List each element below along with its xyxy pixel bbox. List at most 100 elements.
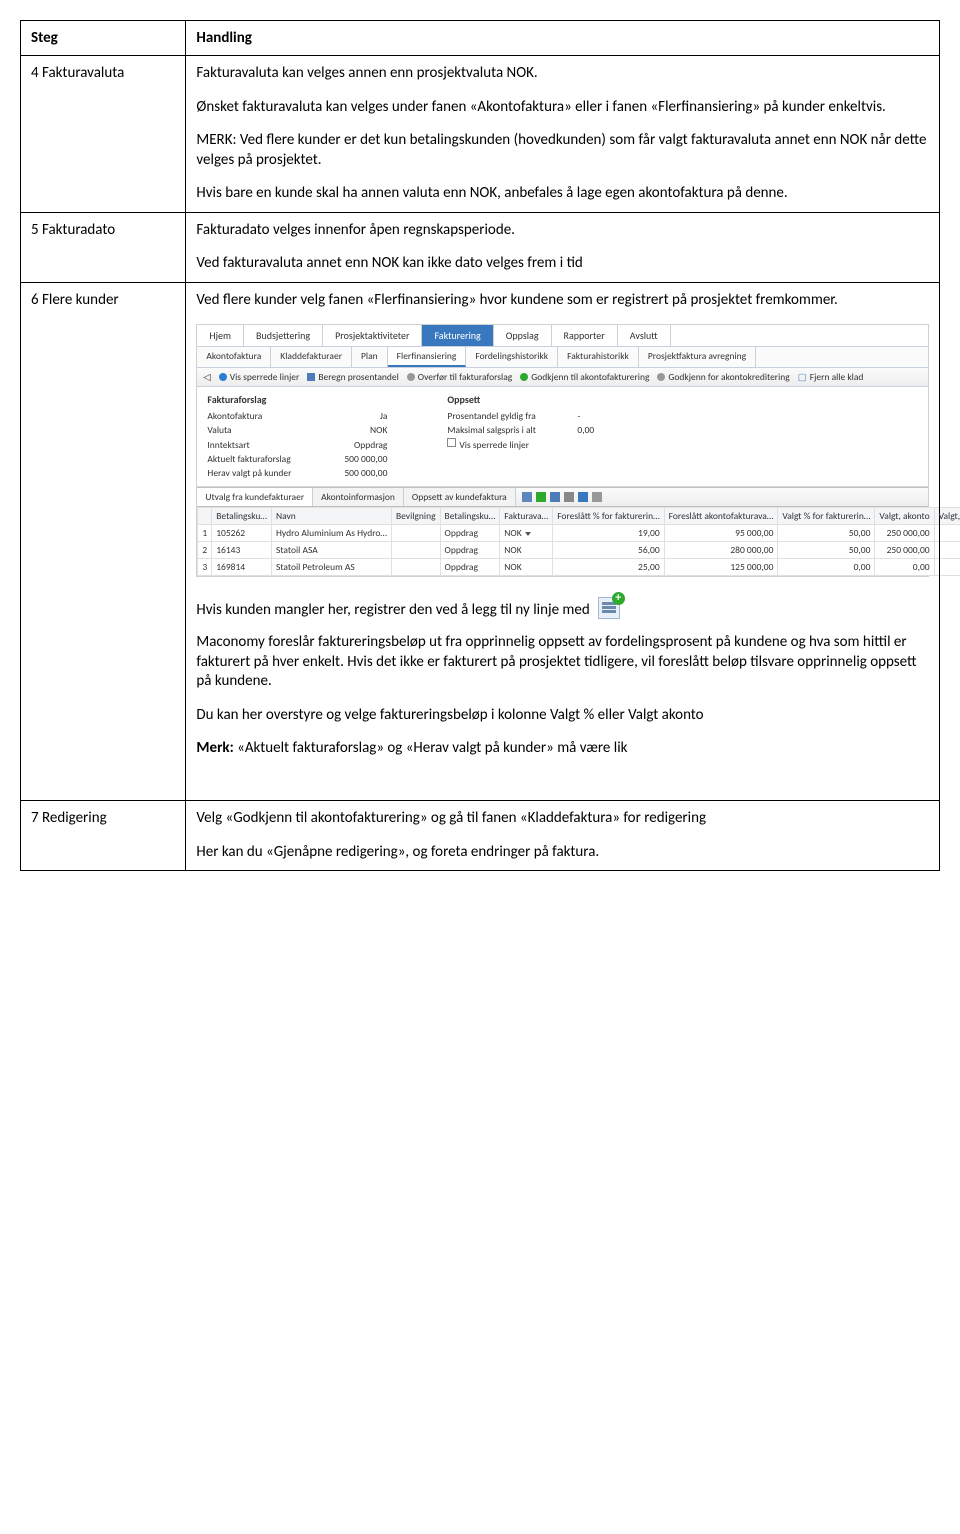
text: MERK: Ved flere kunder er det kun betali…	[196, 131, 929, 170]
toolbar-icon[interactable]	[578, 492, 588, 502]
step-6-label: 6 Flere kunder	[21, 282, 186, 801]
grid-cell: Oppdrag	[440, 559, 500, 576]
inner-tabs: Utvalg fra kundefakturaerAkontoinformasj…	[197, 487, 928, 507]
step-6-content: Ved flere kunder velg fanen «Flerfinansi…	[186, 282, 940, 801]
main-tab[interactable]: Budsjettering	[244, 325, 323, 346]
app-screenshot: HjemBudsjetteringProsjektaktiviteterFakt…	[196, 324, 929, 577]
sub-tab[interactable]: Fordelingshistorikk	[466, 347, 558, 367]
step-7-content: Velg «Godkjenn til akontofakturering» og…	[186, 801, 940, 871]
beregn-action[interactable]: Beregn prosentandel	[307, 371, 398, 383]
kv-key: Prosentandel gyldig fra	[447, 409, 567, 423]
grid-header[interactable]: Foreslått akontofakturava…	[664, 508, 778, 525]
grid-header[interactable]: Betalingsku…	[212, 508, 272, 525]
nav-prev-icon[interactable]: ◁	[203, 371, 210, 383]
grid-cell: 0,00	[778, 559, 875, 576]
step-4-content: Fakturavaluta kan velges annen enn prosj…	[186, 56, 940, 213]
checkbox-icon[interactable]	[447, 438, 456, 447]
fjern-action[interactable]: ▢Fjern alle klad	[798, 371, 864, 383]
grid-cell: 19,00	[553, 525, 664, 542]
kv-val: Ja	[327, 409, 387, 423]
text: Ved flere kunder velg fanen «Flerfinansi…	[196, 291, 929, 311]
text: Merk: «Aktuelt fakturaforslag» og «Herav…	[196, 739, 929, 759]
sub-tab[interactable]: Prosjektfaktura avregning	[639, 347, 756, 367]
grid-cell: 250 000,00	[875, 525, 934, 542]
grid-header[interactable]: Valgt % for fakturerin…	[778, 508, 875, 525]
kv-val: -	[567, 409, 580, 423]
inner-tab[interactable]: Oppsett av kundefaktura	[404, 488, 516, 506]
sub-tab[interactable]: Kladdefakturaer	[271, 347, 352, 367]
grid-header[interactable]: Foreslått % for fakturerin…	[553, 508, 664, 525]
grid-header[interactable]	[198, 508, 212, 525]
inner-tab[interactable]: Utvalg fra kundefakturaer	[197, 488, 313, 506]
grid-cell: 250 000,00	[934, 525, 960, 542]
grid-cell: 3	[198, 559, 212, 576]
kv-key: Valuta	[207, 423, 327, 437]
grid-cell: NOK	[500, 525, 553, 542]
grid-cell: 0,00	[875, 559, 934, 576]
fakturaforslag-panel: Fakturaforslag AkontofakturaJaValutaNOKI…	[207, 393, 387, 480]
main-tab[interactable]: Prosjektaktiviteter	[323, 325, 422, 346]
sub-tab[interactable]: Akontofaktura	[197, 347, 271, 367]
kv-key: Inntektsart	[207, 438, 327, 452]
header-step: Steg	[21, 21, 186, 56]
table-row[interactable]: 3169814Statoil Petroleum ASOppdragNOK25,…	[198, 559, 960, 576]
grid-cell: Statoil ASA	[271, 542, 391, 559]
grid-header[interactable]: Valgt, akonto	[875, 508, 934, 525]
row-7: 7 Redigering Velg «Godkjenn til akontofa…	[21, 801, 940, 871]
row-4: 4 Fakturavaluta Fakturavaluta kan velges…	[21, 56, 940, 213]
godkjenn-action[interactable]: Godkjenn til akontofakturering	[520, 371, 649, 383]
sub-tab[interactable]: Plan	[352, 347, 388, 367]
table-row[interactable]: 1105262Hydro Aluminium As Hydro…OppdragN…	[198, 525, 960, 542]
toolbar-icon[interactable]	[536, 492, 546, 502]
grid-header[interactable]: Navn	[271, 508, 391, 525]
overfor-action[interactable]: Overfør til fakturaforslag	[407, 371, 512, 383]
kv-key: Maksimal salgspris i alt	[447, 423, 567, 437]
grid-cell: 169814	[212, 559, 272, 576]
sub-nav: AkontofakturaKladdefakturaerPlanFlerfina…	[197, 347, 928, 368]
kv-val: 500 000,00	[327, 466, 387, 480]
step-7-label: 7 Redigering	[21, 801, 186, 871]
panel-title: Oppsett	[447, 393, 594, 406]
godkjenn-kred-action[interactable]: Godkjenn for akontokreditering	[657, 371, 789, 383]
main-tab[interactable]: Oppslag	[494, 325, 552, 346]
text: Hvis bare en kunde skal ha annen valuta …	[196, 184, 929, 204]
grid-header[interactable]: Betalingsku…	[440, 508, 500, 525]
main-tab[interactable]: Rapporter	[552, 325, 618, 346]
grid-cell: 250 000,00	[934, 542, 960, 559]
chevron-down-icon[interactable]	[525, 532, 531, 536]
grid-cell: 50,00	[778, 525, 875, 542]
grid-header[interactable]: Valgt, akonto, fakturavaluta	[934, 508, 960, 525]
toolbar-icon[interactable]	[592, 492, 602, 502]
oppsett-panel: Oppsett Prosentandel gyldig fra-Maksimal…	[447, 393, 594, 480]
grid-cell: NOK	[500, 542, 553, 559]
step-5-label: 5 Fakturadato	[21, 212, 186, 282]
table-row[interactable]: 216143Statoil ASAOppdragNOK56,00280 000,…	[198, 542, 960, 559]
kv-key: Herav valgt på kunder	[207, 466, 327, 480]
grid-cell: Oppdrag	[440, 525, 500, 542]
kv-key: Aktuelt fakturaforslag	[207, 452, 327, 466]
grid-cell: 25,00	[553, 559, 664, 576]
sub-tab[interactable]: Fakturahistorikk	[558, 347, 639, 367]
grid-header[interactable]: Fakturava…	[500, 508, 553, 525]
toolbar-icon[interactable]	[564, 492, 574, 502]
sub-tab[interactable]: Flerfinansiering	[388, 347, 467, 367]
grid-cell: 0,00	[934, 559, 960, 576]
add-row-icon[interactable]	[598, 597, 620, 619]
main-tab[interactable]: Fakturering	[422, 325, 493, 346]
grid-cell: 1	[198, 525, 212, 542]
kv-val: 0,00	[567, 423, 594, 437]
kv-val: Oppdrag	[327, 438, 387, 452]
text: Du kan her overstyre og velge fakturerin…	[196, 706, 929, 726]
step-5-content: Fakturadato velges innenfor åpen regnska…	[186, 212, 940, 282]
toolbar-icon[interactable]	[522, 492, 532, 502]
vis-sperrede-action[interactable]: Vis sperrede linjer	[219, 371, 300, 383]
row-6: 6 Flere kunder Ved flere kunder velg fan…	[21, 282, 940, 801]
inner-tab[interactable]: Akontoinformasjon	[313, 488, 404, 506]
toolbar-icon[interactable]	[550, 492, 560, 502]
text: Fakturadato velges innenfor åpen regnska…	[196, 221, 929, 241]
grid-header[interactable]: Bevilgning	[391, 508, 440, 525]
summary-panel: Fakturaforslag AkontofakturaJaValutaNOKI…	[197, 387, 928, 487]
main-tab[interactable]: Hjem	[197, 325, 244, 346]
grid-cell: 16143	[212, 542, 272, 559]
main-tab[interactable]: Avslutt	[618, 325, 671, 346]
